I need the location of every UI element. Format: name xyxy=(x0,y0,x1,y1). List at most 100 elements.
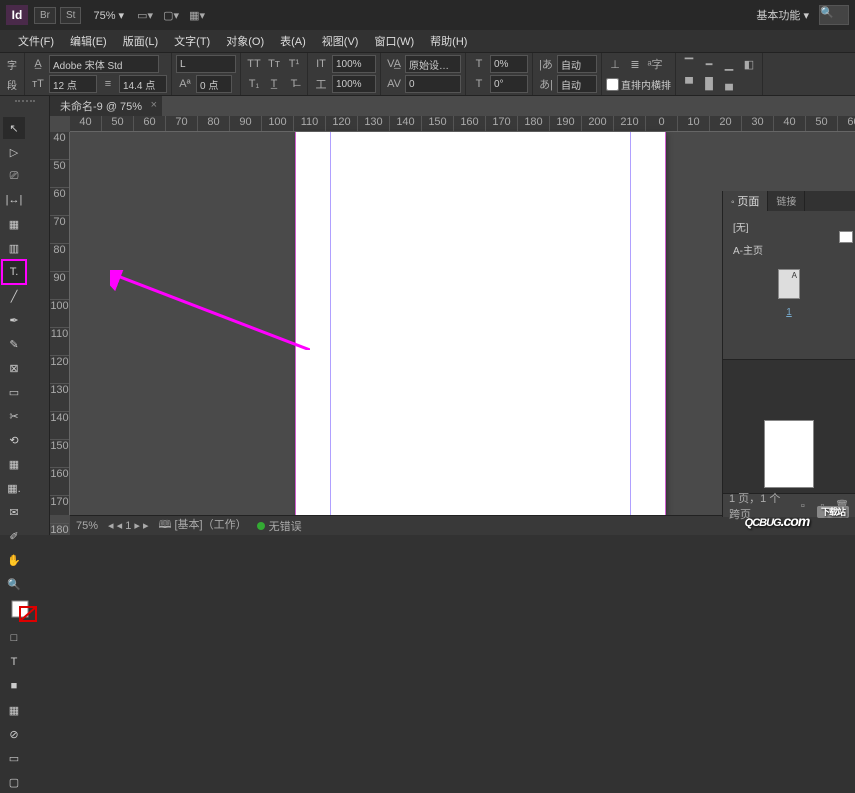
align-bot-icon[interactable]: ▁ xyxy=(720,55,738,73)
stock-button[interactable]: St xyxy=(60,7,81,24)
rect-tool[interactable]: ▭ xyxy=(3,381,25,403)
fill-stroke-tool[interactable] xyxy=(3,597,46,625)
ruby-icon[interactable]: ᵃ字 xyxy=(646,55,664,73)
normal-view-tool[interactable]: ▭ xyxy=(3,747,25,769)
gradient-feather-tool[interactable]: ▦. xyxy=(3,477,25,499)
font-family-input[interactable] xyxy=(49,55,159,73)
justify-top-icon[interactable]: ▀ xyxy=(680,75,698,93)
skew-icon: T xyxy=(470,75,488,93)
fill-icon[interactable]: ◧ xyxy=(740,55,758,73)
aki-after-input[interactable] xyxy=(557,75,597,93)
pages-tab[interactable]: ◦ 页面 xyxy=(723,191,768,211)
menu-help[interactable]: 帮助(H) xyxy=(422,33,475,49)
format-text-tool[interactable]: T xyxy=(3,651,25,673)
search-input[interactable]: 🔍 xyxy=(819,5,849,25)
vertical-ruler[interactable]: 4050607080901001101201301401501601701801… xyxy=(50,132,70,515)
smallcaps-icon[interactable]: Tᴛ xyxy=(265,55,283,73)
leading-input[interactable] xyxy=(119,75,167,93)
subscript-icon[interactable]: T₁ xyxy=(245,75,263,93)
menu-edit[interactable]: 编辑(E) xyxy=(62,33,115,49)
preview-tool[interactable]: ▢ xyxy=(3,771,25,793)
close-tab-icon[interactable]: × xyxy=(151,99,157,111)
aki-before-input[interactable] xyxy=(557,55,597,73)
justify-bot-icon[interactable]: ▄ xyxy=(720,75,738,93)
arrange-icon[interactable]: ▦▾ xyxy=(186,4,208,26)
gap-tool[interactable]: |↔| xyxy=(3,189,25,211)
warichu-icon[interactable]: ≣ xyxy=(626,55,644,73)
workspace-switcher[interactable]: 基本功能 ▾ xyxy=(756,7,809,23)
zoom-tool[interactable]: 🔍 xyxy=(3,573,25,595)
superscript-icon[interactable]: T¹ xyxy=(285,55,303,73)
align-mid-icon[interactable]: ━ xyxy=(700,55,718,73)
baseline-shift-input[interactable] xyxy=(196,75,232,93)
vscale-icon: IT xyxy=(312,55,330,73)
apply-gradient-tool[interactable]: ▦ xyxy=(3,699,25,721)
aki-before-icon: |あ xyxy=(537,55,555,73)
page[interactable] xyxy=(295,132,665,515)
horizontal-ruler[interactable]: 4050607080901001101201301401501601701801… xyxy=(70,116,855,132)
eyedropper-tool[interactable]: ✐ xyxy=(3,525,25,547)
underline-icon[interactable]: T̲ xyxy=(265,75,283,93)
preflight-status[interactable]: 无错误 xyxy=(257,518,302,534)
rect-frame-tool[interactable]: ⊠ xyxy=(3,357,25,379)
gradient-swatch-tool[interactable]: ▦ xyxy=(3,453,25,475)
tcy-checkbox[interactable] xyxy=(606,78,619,91)
hand-tool[interactable]: ✋ xyxy=(3,549,25,571)
char-mode-button[interactable]: 字 xyxy=(4,56,20,72)
tcy-label: 直排内横排 xyxy=(621,77,671,92)
format-container-tool[interactable]: □ xyxy=(3,627,25,649)
menu-view[interactable]: 视图(V) xyxy=(314,33,367,49)
menu-type[interactable]: 文字(T) xyxy=(166,33,218,49)
preflight-profile[interactable]: 🕮 [基本]（工作） xyxy=(158,516,246,535)
screen-mode-icon[interactable]: ▢▾ xyxy=(160,4,182,26)
para-mode-button[interactable]: 段 xyxy=(4,76,20,92)
pencil-tool[interactable]: ✎ xyxy=(3,333,25,355)
none-master-row[interactable]: [无] xyxy=(727,215,851,238)
view-options-icon[interactable]: ▭▾ xyxy=(134,4,156,26)
menu-table[interactable]: 表(A) xyxy=(272,33,314,49)
master-page-thumb[interactable] xyxy=(778,269,800,299)
links-tab[interactable]: 链接 xyxy=(768,191,805,211)
align-top-icon[interactable]: ▔ xyxy=(680,55,698,73)
zoom-status[interactable]: 75% xyxy=(76,520,98,532)
menu-layout[interactable]: 版面(L) xyxy=(115,33,166,49)
page-number-label[interactable]: 1 xyxy=(727,307,851,318)
tatechuyoko-icon[interactable]: ⊥ xyxy=(606,55,624,73)
vscale-input[interactable] xyxy=(332,55,376,73)
note-tool[interactable]: ✉ xyxy=(3,501,25,523)
direct-selection-tool[interactable]: ▷ xyxy=(3,141,25,163)
font-style-input[interactable] xyxy=(176,55,236,73)
spread-thumb-area xyxy=(723,359,855,493)
scissors-tool[interactable]: ✂ xyxy=(3,405,25,427)
tsume-input[interactable] xyxy=(490,55,528,73)
strike-icon[interactable]: T̶ xyxy=(285,75,303,93)
zoom-level[interactable]: 75% ▾ xyxy=(93,9,124,22)
menu-window[interactable]: 窗口(W) xyxy=(366,33,422,49)
pen-tool[interactable]: ✒ xyxy=(3,309,25,331)
kerning-input[interactable] xyxy=(405,55,461,73)
justify-mid-icon[interactable]: █ xyxy=(700,75,718,93)
free-transform-tool[interactable]: ⟲ xyxy=(3,429,25,451)
apply-none-tool[interactable]: ⊘ xyxy=(3,723,25,745)
hscale-input[interactable] xyxy=(332,75,376,93)
allcaps-icon[interactable]: TT xyxy=(245,55,263,73)
tracking-input[interactable] xyxy=(405,75,461,93)
bridge-button[interactable]: Br xyxy=(34,7,56,24)
selection-tool[interactable]: ↖ xyxy=(3,117,25,139)
menu-file[interactable]: 文件(F) xyxy=(10,33,62,49)
document-tab[interactable]: 未命名-9 @ 75% × xyxy=(50,96,162,116)
font-icon: A̲ xyxy=(29,55,47,73)
line-tool[interactable]: ╱ xyxy=(3,285,25,307)
content-collector-tool[interactable]: ▦ xyxy=(3,213,25,235)
master-swatch[interactable] xyxy=(839,231,853,243)
type-tool[interactable]: T. xyxy=(3,261,25,283)
apply-color-tool[interactable]: ■ xyxy=(3,675,25,697)
menu-object[interactable]: 对象(O) xyxy=(218,33,272,49)
page-nav[interactable]: ◂ ◂ 1 ▸ ▸ xyxy=(108,519,148,532)
page-thumbnail[interactable] xyxy=(764,420,814,488)
a-master-row[interactable]: A-主页 xyxy=(727,238,851,261)
skew-input[interactable] xyxy=(490,75,528,93)
content-placer-tool[interactable]: ▥ xyxy=(3,237,25,259)
page-tool[interactable]: ⎚ xyxy=(3,165,25,187)
font-size-input[interactable] xyxy=(49,75,97,93)
